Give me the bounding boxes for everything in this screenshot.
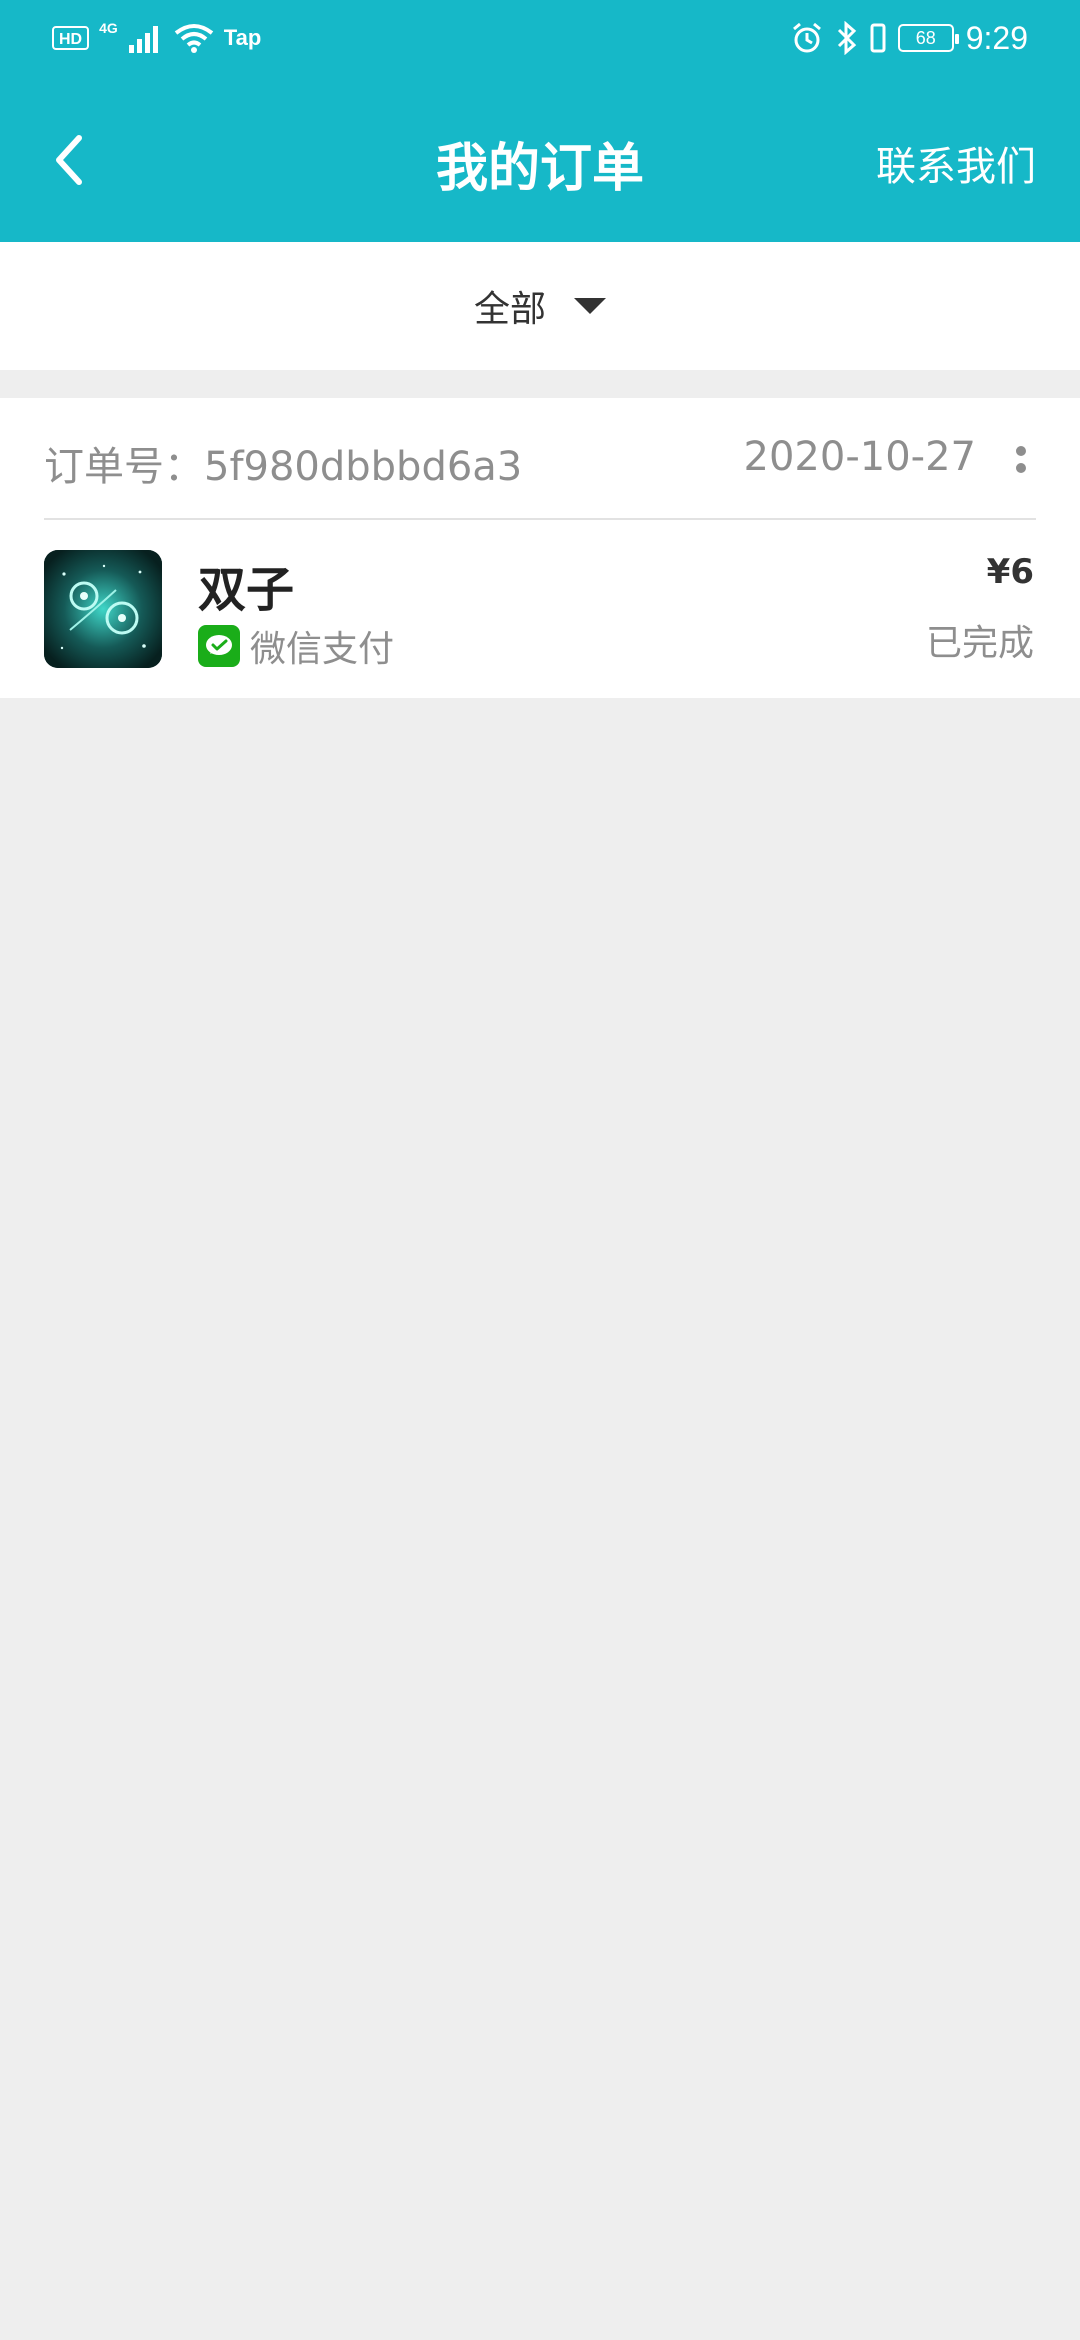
payment-method-label: 微信支付 (250, 629, 395, 670)
order-filter-dropdown[interactable]: 全部 (474, 280, 606, 332)
filter-selected-label: 全部 (473, 289, 546, 330)
hd-indicator: HD (52, 26, 90, 50)
payment-method: 微信支付 (198, 620, 394, 672)
more-options-button[interactable] (1006, 434, 1036, 484)
order-body: 双子 微信支付 ¥6 已完成 (0, 520, 1080, 698)
order-header: 订单号：5f980dbbbd6a3 2020-10-27 (44, 398, 1036, 520)
gemini-symbol-icon (44, 550, 162, 668)
bluetooth-icon (837, 21, 856, 55)
product-name: 双子 (198, 562, 295, 618)
status-bar: HD 4G Tap 68 9:29 (0, 0, 1080, 72)
order-status: 已完成 (925, 623, 1034, 664)
filter-bar: 全部 (0, 242, 1080, 370)
network-type: 4G (99, 20, 118, 36)
caret-down-icon (574, 298, 606, 314)
signal-icon (128, 26, 158, 53)
clock: 9:29 (965, 19, 1028, 56)
order-date: 2020-10-27 (743, 434, 976, 480)
contact-us-button[interactable]: 联系我们 (876, 134, 1036, 192)
status-right: 68 9:29 (790, 18, 1028, 58)
alarm-icon (792, 22, 821, 53)
order-card[interactable]: 订单号：5f980dbbbd6a3 2020-10-27 双子 微信支付 ¥6 … (0, 398, 1080, 698)
carrier-app-label: Tap (223, 25, 262, 50)
battery-indicator: 68 (897, 24, 959, 52)
battery-level: 68 (915, 27, 936, 48)
wechat-pay-icon (198, 625, 240, 667)
more-dot-icon (1016, 445, 1026, 456)
status-left: HD 4G Tap (52, 18, 261, 58)
more-dot-icon (1016, 462, 1026, 473)
app-header: HD 4G Tap 68 9:29 我的订单 联系我们 (0, 0, 1080, 242)
product-thumbnail (44, 550, 162, 668)
wifi-icon (174, 24, 214, 53)
order-number: 订单号：5f980dbbbd6a3 (44, 444, 523, 490)
vibrate-icon (870, 23, 886, 53)
title-bar: 我的订单 联系我们 (0, 100, 1080, 220)
order-price: ¥6 (986, 552, 1034, 592)
